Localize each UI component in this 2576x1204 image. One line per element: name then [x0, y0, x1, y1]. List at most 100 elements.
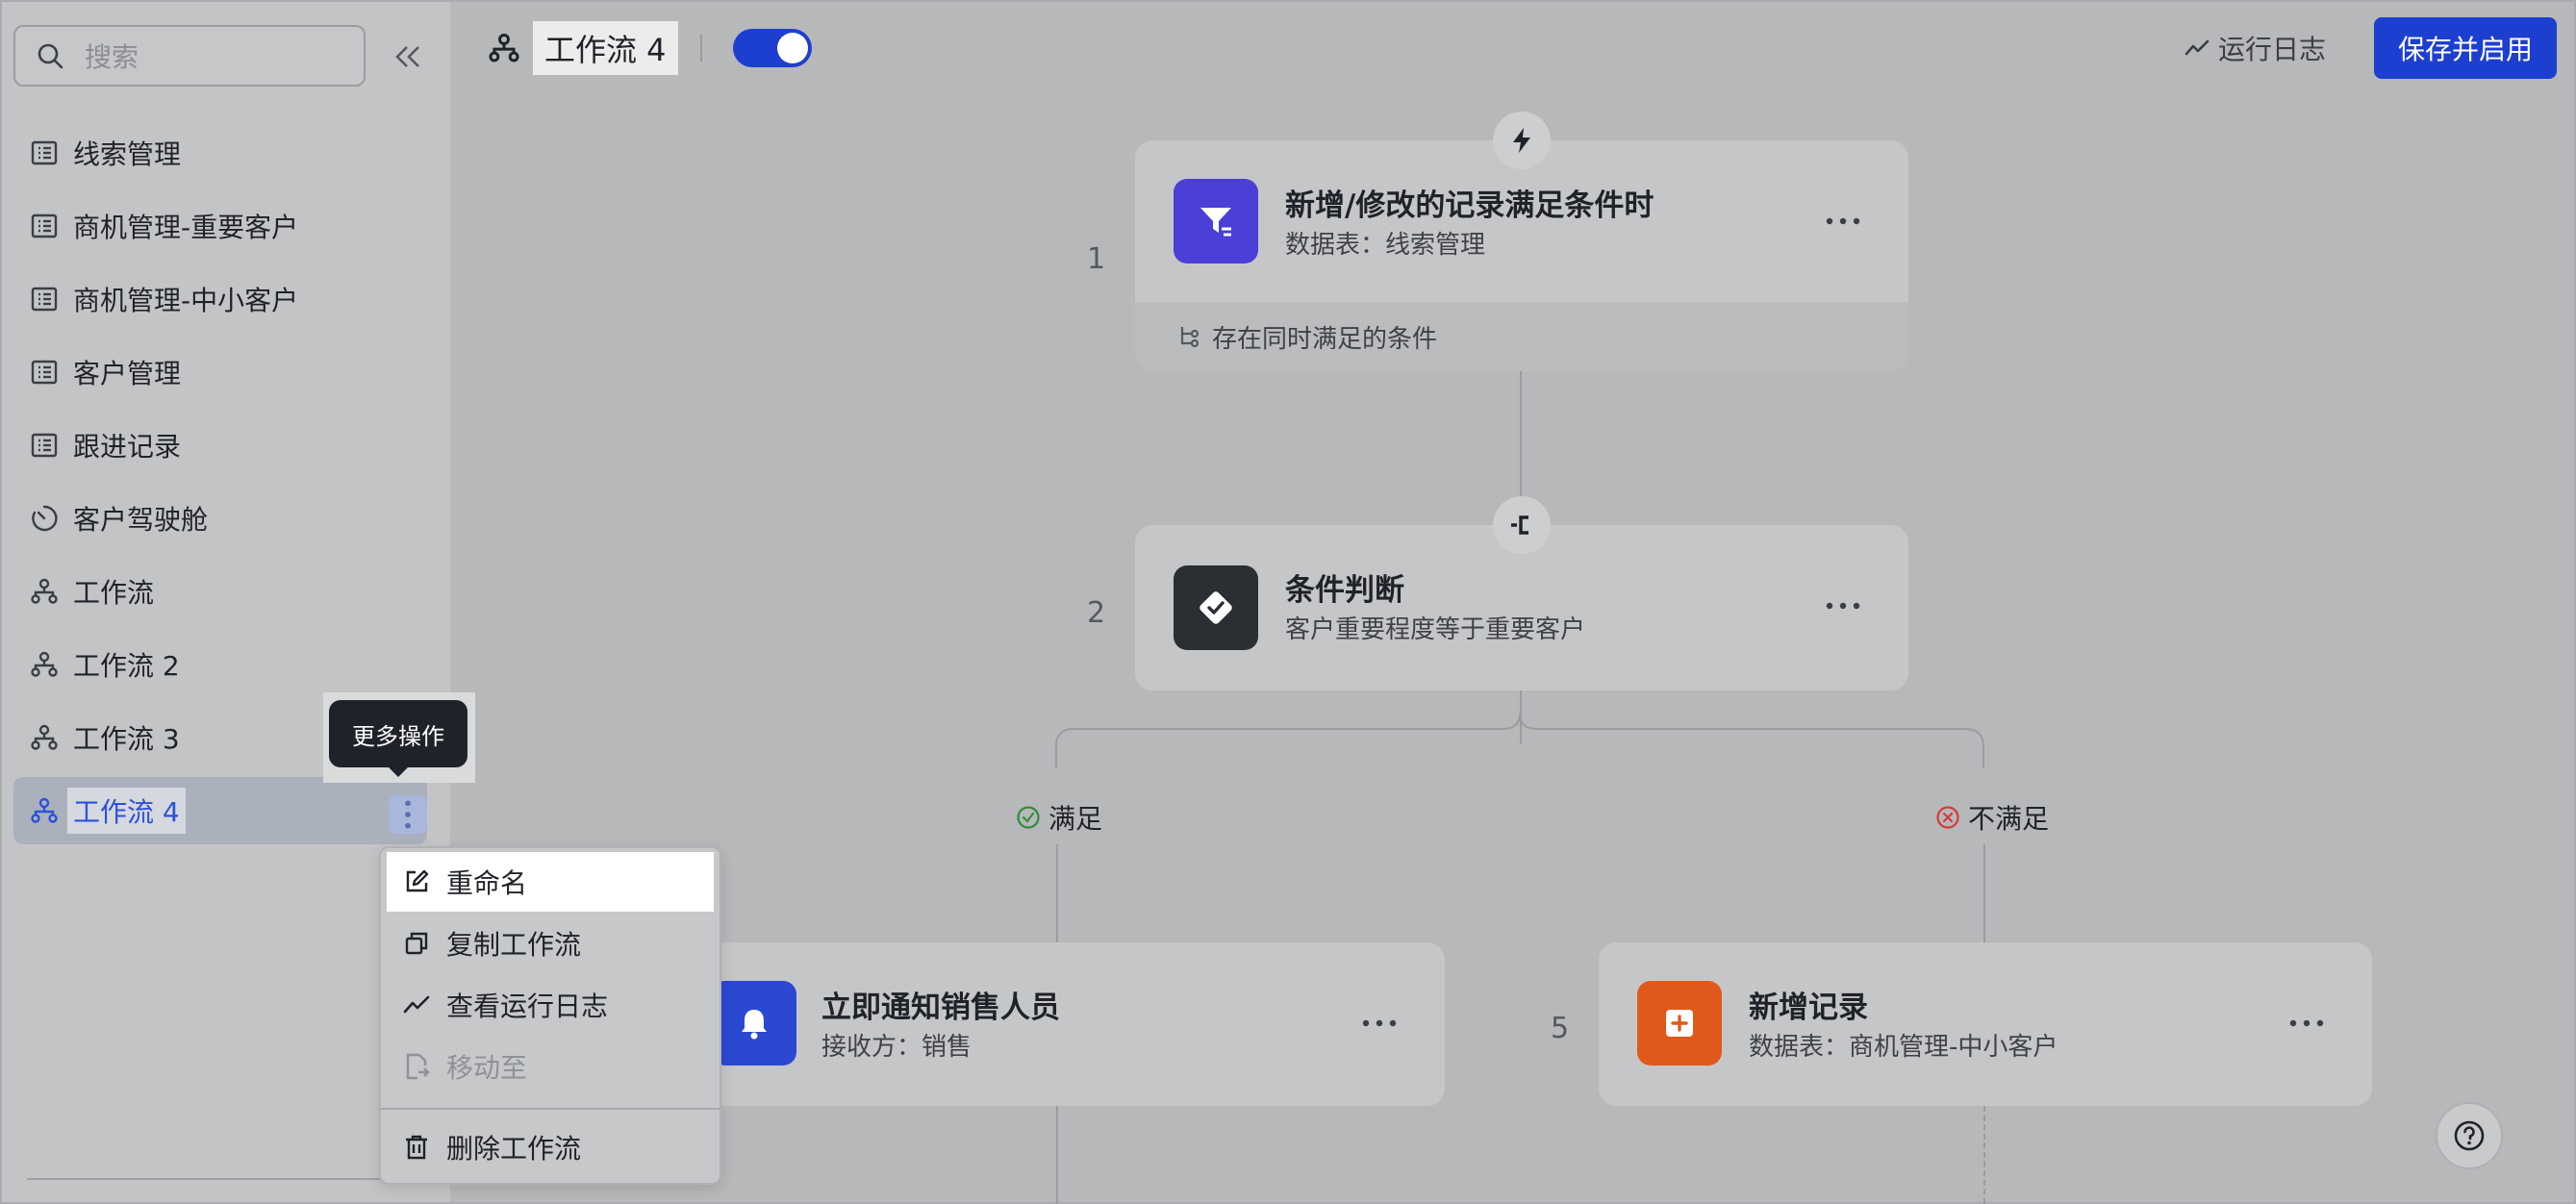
condition-icon: [1174, 565, 1258, 650]
lightning-icon: [1513, 128, 1530, 153]
trigger-card[interactable]: 新增/修改的记录满足条件时 数据表：线索管理 存在同时满足的条件: [1135, 140, 1908, 371]
sidebar-item-workflow-2[interactable]: 工作流 2: [13, 631, 427, 698]
branch-condition-icon: [1180, 327, 1200, 348]
run-log-label: 运行日志: [2218, 34, 2327, 65]
sidebar-item-workflow-1[interactable]: 工作流: [13, 558, 427, 625]
sidebar-item-label: 工作流 4: [67, 788, 186, 834]
chart-line-icon: [403, 995, 430, 1014]
notify-subtitle: 接收方：销售: [821, 1033, 972, 1062]
menu-item-label: 重命名: [446, 867, 528, 899]
condition-title: 条件判断: [1285, 573, 1404, 608]
dashboard-icon: [32, 505, 58, 532]
branch-yes-label: 满足: [1016, 798, 1102, 837]
more-horizontal-icon: [1362, 1019, 1397, 1027]
sidebar-item-label: 线索管理: [73, 138, 182, 170]
filter-icon: [1174, 179, 1258, 263]
step-number: 5: [1551, 1012, 1570, 1045]
trigger-badge: [1493, 112, 1551, 169]
connector-line: [1983, 844, 1985, 942]
sidebar-item-label: 跟进记录: [73, 431, 182, 463]
toggle-knob: [777, 33, 808, 63]
menu-item-label: 查看运行日志: [446, 991, 609, 1022]
menu-item-label: 删除工作流: [446, 1133, 582, 1165]
search-input[interactable]: 搜索: [13, 25, 366, 87]
workflow-title[interactable]: 工作流 4: [533, 21, 678, 75]
copy-icon: [405, 932, 428, 955]
help-button[interactable]: [2436, 1102, 2503, 1169]
more-actions-menu: 重命名 复制工作流 查看运行日志 移动至 删除工作流: [379, 846, 721, 1185]
sidebar-item-lead-management[interactable]: 线索管理: [13, 119, 427, 187]
more-horizontal-icon: [1826, 217, 1860, 225]
trigger-footer: 存在同时满足的条件: [1135, 302, 1908, 371]
run-log-button[interactable]: 运行日志: [2184, 27, 2326, 69]
table-icon: [31, 287, 58, 312]
sidebar-item-follow-up[interactable]: 跟进记录: [13, 412, 427, 479]
card-more-button[interactable]: [2287, 1004, 2326, 1042]
sidebar-item-customer-management[interactable]: 客户管理: [13, 339, 427, 406]
sidebar-item-label: 工作流: [73, 577, 155, 609]
menu-item-view-run-log[interactable]: 查看运行日志: [387, 975, 714, 1035]
card-more-button[interactable]: [1824, 587, 1862, 625]
menu-item-rename[interactable]: 重命名: [387, 852, 714, 912]
sidebar-item-opportunity-small[interactable]: 商机管理-中小客户: [13, 265, 427, 333]
sidebar-item-label: 客户驾驶舱: [73, 504, 209, 536]
connector-dashed-line: [1983, 1106, 1985, 1204]
help-icon: [2454, 1120, 2485, 1151]
branch-no-text: 不满足: [1968, 803, 2050, 835]
save-and-enable-button[interactable]: 保存并启用: [2374, 17, 2557, 79]
workflow-enable-toggle[interactable]: [733, 29, 812, 67]
trigger-title: 新增/修改的记录满足条件时: [1285, 188, 1654, 223]
trash-icon: [406, 1135, 427, 1160]
trigger-footer-label: 存在同时满足的条件: [1212, 324, 1438, 354]
move-icon: [406, 1053, 430, 1080]
collapse-sidebar-icon[interactable]: [391, 40, 423, 73]
sidebar-item-label: 工作流 3: [73, 723, 180, 755]
tooltip-text: 更多操作: [329, 700, 467, 767]
sidebar-item-label: 客户管理: [73, 358, 182, 389]
condition-badge: [1493, 496, 1551, 554]
step-number: 2: [1087, 596, 1106, 630]
workflow-icon: [31, 578, 58, 604]
chart-line-icon: [2185, 39, 2210, 56]
tooltip-arrow: [387, 765, 410, 777]
more-actions-button[interactable]: [389, 795, 427, 834]
add-record-subtitle: 数据表：商机管理-中小客户: [1749, 1033, 2058, 1062]
sidebar-divider: [27, 1178, 385, 1180]
sidebar-item-label: 工作流 2: [73, 650, 180, 682]
menu-divider: [381, 1108, 720, 1110]
sidebar-item-label: 商机管理-重要客户: [73, 212, 299, 243]
add-record-icon: [1637, 981, 1722, 1066]
add-record-card[interactable]: 新增记录 数据表：商机管理-中小客户: [1599, 942, 2372, 1106]
header-divider: [700, 35, 702, 62]
trigger-subtitle: 数据表：线索管理: [1285, 231, 1486, 260]
sidebar-item-workflow-4[interactable]: 工作流 4: [13, 777, 427, 844]
branch-yes-text: 满足: [1048, 803, 1103, 835]
step-number: 1: [1087, 242, 1106, 276]
more-horizontal-icon: [1826, 602, 1860, 610]
add-record-title: 新增记录: [1749, 991, 1868, 1025]
card-more-button[interactable]: [1824, 202, 1862, 240]
cross-circle-icon: [1936, 806, 1959, 829]
sidebar-item-label: 商机管理-中小客户: [73, 285, 299, 316]
branch-icon: [1511, 515, 1528, 535]
search-placeholder: 搜索: [85, 41, 139, 73]
table-icon: [31, 433, 58, 458]
menu-item-label: 复制工作流: [446, 929, 582, 961]
workflow-icon: [31, 797, 58, 823]
edit-icon: [406, 869, 429, 892]
notify-title: 立即通知销售人员: [821, 991, 1060, 1025]
sidebar-item-customer-cockpit[interactable]: 客户驾驶舱: [13, 485, 427, 552]
more-horizontal-icon: [2289, 1019, 2324, 1027]
menu-item-copy-workflow[interactable]: 复制工作流: [387, 914, 714, 973]
tooltip: 更多操作: [323, 692, 475, 783]
workflow-icon: [31, 724, 58, 750]
sidebar-item-opportunity-key[interactable]: 商机管理-重要客户: [13, 192, 427, 260]
connector-line: [1056, 844, 1058, 942]
branch-connector: [1055, 713, 1984, 767]
menu-item-delete-workflow[interactable]: 删除工作流: [387, 1117, 714, 1177]
menu-item-label: 移动至: [446, 1052, 528, 1084]
card-more-button[interactable]: [1360, 1004, 1399, 1042]
notify-card[interactable]: 立即通知销售人员 接收方：销售: [693, 942, 1445, 1106]
check-circle-icon: [1017, 806, 1040, 829]
menu-item-move-to[interactable]: 移动至: [387, 1037, 714, 1096]
